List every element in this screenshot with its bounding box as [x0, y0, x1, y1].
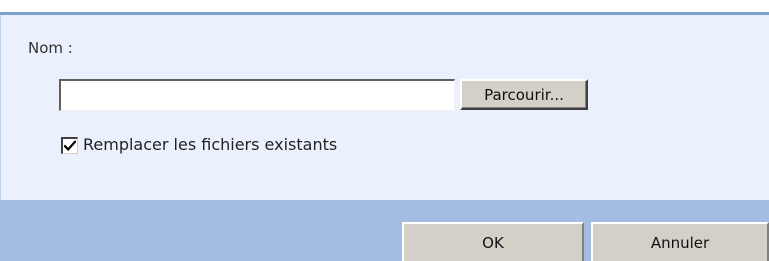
upload-dialog: Nom : Parcourir... Remplacer les fichier…	[0, 0, 769, 261]
file-path-input[interactable]	[59, 79, 455, 111]
checkmark-icon	[64, 140, 76, 152]
ok-button[interactable]: OK	[402, 222, 584, 261]
browse-button[interactable]: Parcourir...	[460, 79, 588, 110]
name-label: Nom :	[28, 39, 73, 57]
overwrite-existing-checkbox[interactable]	[61, 137, 78, 154]
cancel-button[interactable]: Annuler	[591, 222, 769, 261]
upload-form-panel: Nom : Parcourir... Remplacer les fichier…	[0, 15, 769, 200]
overwrite-existing-label[interactable]: Remplacer les fichiers existants	[83, 135, 337, 154]
dialog-footer: OK Annuler	[0, 200, 769, 261]
